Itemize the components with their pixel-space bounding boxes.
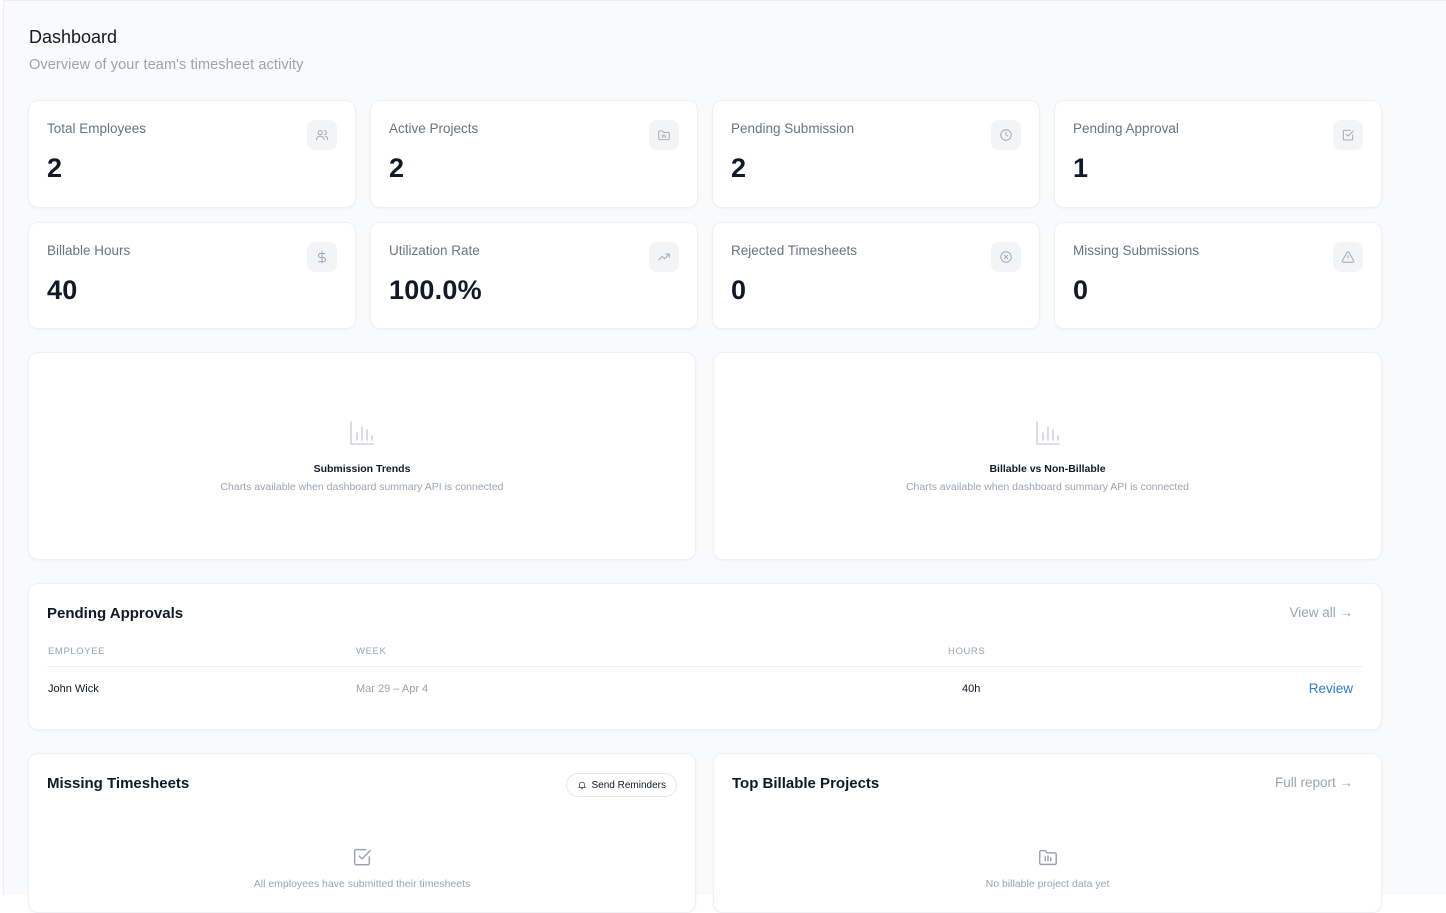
missing-timesheets-card: Missing Timesheets Send Reminders All em…: [28, 753, 696, 913]
section-title: Pending Approvals: [47, 605, 184, 622]
check-square-icon: [1333, 120, 1363, 150]
page-subtitle: Overview of your team's timesheet activi…: [29, 57, 304, 73]
chart-message: Charts available when dashboard summary …: [905, 481, 1190, 493]
chart-card-billable-vs-non-billable: Billable vs Non-Billable Charts availabl…: [713, 352, 1382, 560]
stat-card-pending-approval: Pending Approval 1: [1054, 100, 1382, 208]
stat-label: Missing Submissions: [1073, 243, 1200, 258]
chart-empty-state: Submission Trends Charts available when …: [29, 419, 695, 493]
column-header-hours: Hours: [948, 646, 986, 657]
chart-title: Submission Trends: [313, 463, 411, 475]
chart-message: Charts available when dashboard summary …: [220, 481, 504, 493]
stat-value: 2: [389, 153, 405, 183]
stat-value: 0: [1073, 275, 1089, 305]
employee-cell: John Wick: [48, 683, 99, 695]
empty-state: No billable project data yet: [714, 846, 1381, 890]
review-link[interactable]: Review: [1309, 681, 1353, 696]
chart-empty-state: Billable vs Non-Billable Charts availabl…: [714, 419, 1381, 493]
stat-card-missing-submissions: Missing Submissions 0: [1054, 222, 1382, 329]
table-divider: [47, 666, 1363, 667]
clock-icon: [991, 120, 1021, 150]
folder-icon: [649, 120, 679, 150]
dashboard-page: Dashboard Overview of your team's timesh…: [3, 0, 1446, 913]
stat-card-utilization-rate: Utilization Rate 100.0%: [370, 222, 698, 329]
pending-approvals-card: Pending Approvals View all → Employee We…: [28, 583, 1382, 730]
bar-chart-icon: [1035, 421, 1060, 445]
stat-label: Utilization Rate: [389, 243, 480, 258]
x-circle-icon: [991, 242, 1021, 272]
alert-triangle-icon: [1333, 242, 1363, 272]
page-title: Dashboard: [29, 27, 118, 47]
folder-icon: [1038, 849, 1057, 866]
stat-label: Pending Submission: [731, 121, 855, 136]
stat-card-active-projects: Active Projects 2: [370, 100, 698, 208]
trending-up-icon: [649, 242, 679, 272]
stat-card-billable-hours: Billable Hours 40: [28, 222, 356, 329]
stat-card-total-employees: Total Employees 2: [28, 100, 356, 208]
section-title: Top Billable Projects: [732, 775, 880, 792]
stat-label: Total Employees: [47, 121, 147, 136]
send-reminders-button[interactable]: Send Reminders: [565, 773, 677, 797]
bell-icon: [577, 781, 586, 790]
stat-value: 40: [47, 275, 78, 305]
empty-state-text: All employees have submitted their times…: [253, 878, 471, 890]
chart-card-submission-trends: Submission Trends Charts available when …: [28, 352, 696, 560]
check-square-icon: [353, 848, 371, 866]
stat-card-rejected-timesheets: Rejected Timesheets 0: [712, 222, 1040, 329]
top-billable-projects-card: Top Billable Projects Full report → No b…: [713, 753, 1382, 913]
stat-value: 100.0%: [389, 275, 482, 305]
view-all-link[interactable]: View all →: [1289, 605, 1353, 620]
stat-label: Pending Approval: [1073, 121, 1179, 136]
send-reminders-label: Send Reminders: [591, 779, 666, 791]
bar-chart-icon: [350, 421, 374, 445]
stat-card-pending-submission: Pending Submission 2: [712, 100, 1040, 208]
week-cell: Mar 29 – Apr 4: [356, 683, 429, 695]
stat-value: 2: [731, 153, 747, 183]
stat-label: Rejected Timesheets: [731, 243, 858, 258]
stat-value: 1: [1073, 153, 1089, 183]
full-report-link[interactable]: Full report →: [1275, 775, 1353, 790]
dollar-icon: [307, 242, 337, 272]
empty-state: All employees have submitted their times…: [29, 846, 695, 890]
stat-value: 0: [731, 275, 747, 305]
stat-value: 2: [47, 153, 63, 183]
column-header-week: Week: [356, 646, 387, 657]
stat-label: Active Projects: [389, 121, 479, 136]
hours-cell: 40h: [962, 683, 981, 695]
users-icon: [307, 120, 337, 150]
section-title: Missing Timesheets: [47, 775, 190, 792]
stat-label: Billable Hours: [47, 243, 131, 258]
empty-state-text: No billable project data yet: [985, 878, 1110, 890]
chart-title: Billable vs Non-Billable: [989, 463, 1106, 475]
column-header-employee: Employee: [48, 646, 106, 657]
